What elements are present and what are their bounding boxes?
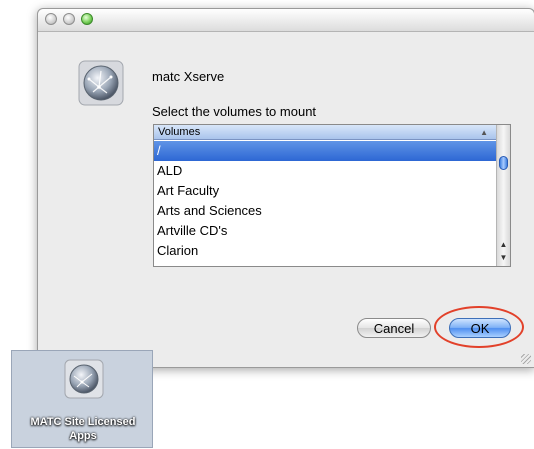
volume-row-artville-cds[interactable]: Artville CD's xyxy=(154,221,496,241)
volumes-column-header[interactable]: Volumes ▲ xyxy=(154,125,496,140)
ok-highlight-annotation xyxy=(434,306,524,348)
scroll-down-arrow-icon[interactable]: ▼ xyxy=(497,252,510,264)
volumes-header-label: Volumes xyxy=(158,126,201,138)
vertical-scrollbar[interactable]: ▲ ▼ xyxy=(496,125,510,266)
connect-dialog-window: matc Xserve Select the volumes to mount … xyxy=(37,8,534,368)
scrollbar-thumb[interactable] xyxy=(499,156,508,170)
volume-row-arts-and-sciences[interactable]: Arts and Sciences xyxy=(154,201,496,221)
resize-grip[interactable] xyxy=(521,354,531,364)
desktop-icon-label: MATC Site Licensed Apps xyxy=(30,416,136,442)
mount-prompt: Select the volumes to mount xyxy=(152,104,317,119)
sort-ascending-icon: ▲ xyxy=(480,128,488,137)
volume-rows: / ALD Art Faculty Arts and Sciences Artv… xyxy=(154,141,496,261)
desktop-volume-icon[interactable]: MATC Site Licensed Apps xyxy=(11,350,153,448)
close-button[interactable] xyxy=(45,13,57,25)
volume-row-art-faculty[interactable]: Art Faculty xyxy=(154,181,496,201)
network-globe-icon xyxy=(78,60,124,106)
minimize-button[interactable] xyxy=(63,13,75,25)
zoom-button[interactable] xyxy=(81,13,93,25)
cancel-button[interactable]: Cancel xyxy=(357,318,431,338)
network-globe-icon xyxy=(64,359,104,399)
volumes-list[interactable]: Volumes ▲ / ALD Art Faculty Arts and Sci… xyxy=(153,124,511,267)
scroll-up-arrow-icon[interactable]: ▲ xyxy=(497,239,510,251)
volume-row-ald[interactable]: ALD xyxy=(154,161,496,181)
volume-row-clarion[interactable]: Clarion xyxy=(154,241,496,261)
volume-row-root[interactable]: / xyxy=(154,141,496,161)
title-bar[interactable] xyxy=(38,9,534,32)
server-name: matc Xserve xyxy=(152,69,225,84)
